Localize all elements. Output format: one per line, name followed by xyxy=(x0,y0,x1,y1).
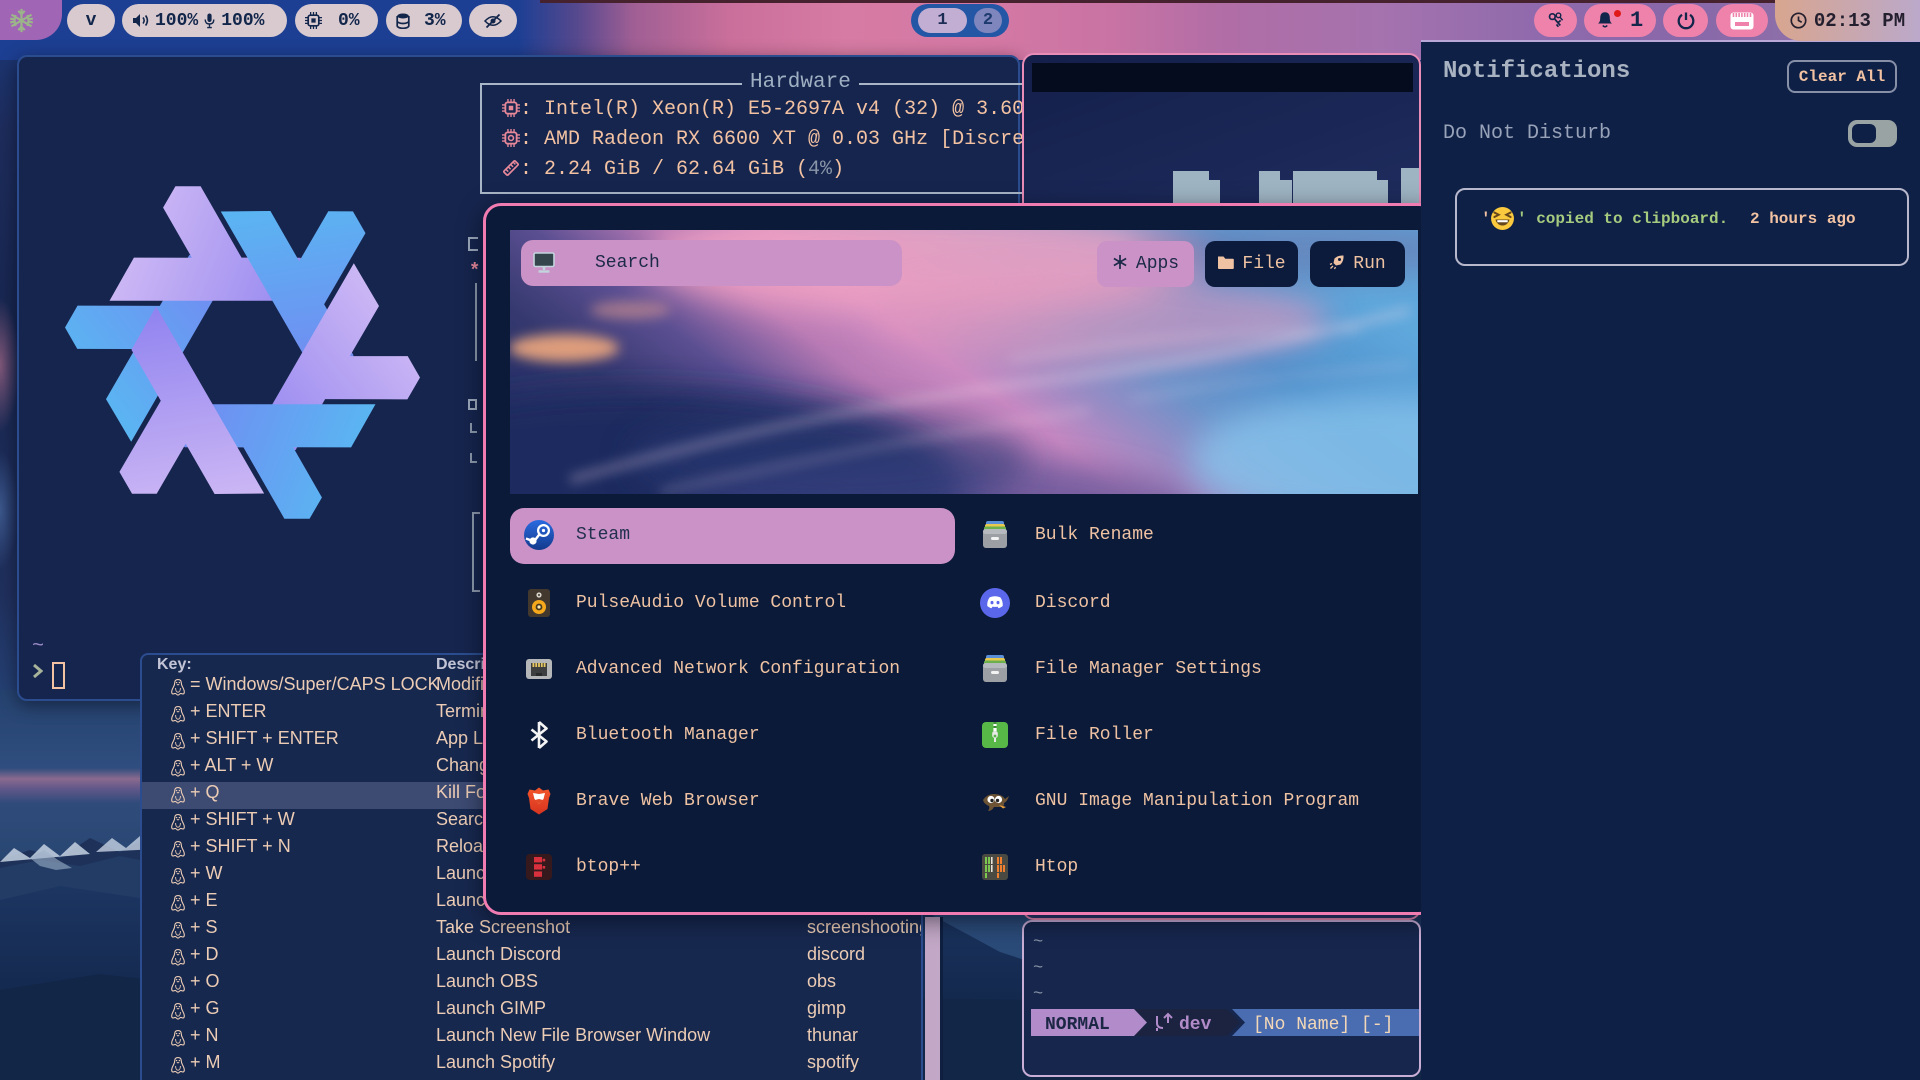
svg-text:dev: dev xyxy=(1179,1015,1212,1035)
svg-text:NORMAL: NORMAL xyxy=(1045,1015,1110,1035)
svg-text:[No Name] [-]: [No Name] [-] xyxy=(1253,1015,1393,1035)
